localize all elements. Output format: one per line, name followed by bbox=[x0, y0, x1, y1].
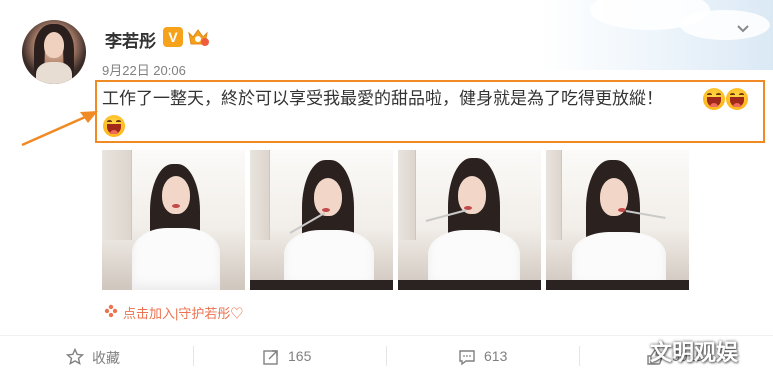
photo-3[interactable] bbox=[398, 150, 541, 290]
star-icon bbox=[66, 348, 84, 366]
photo-shirt bbox=[132, 228, 220, 290]
cloud-decoration bbox=[680, 10, 770, 40]
photo-4[interactable] bbox=[546, 150, 689, 290]
photo-door bbox=[546, 150, 562, 240]
comment-button[interactable]: 613 bbox=[458, 347, 548, 367]
crown-badge-icon[interactable] bbox=[187, 27, 209, 47]
gear-flower-icon bbox=[104, 304, 118, 318]
comment-icon bbox=[459, 350, 475, 366]
photo-face bbox=[458, 176, 486, 214]
emoji-tongue bbox=[710, 103, 718, 107]
laughing-emoji-icon bbox=[726, 88, 748, 110]
avatar[interactable] bbox=[22, 20, 86, 84]
share-icon bbox=[263, 350, 278, 365]
emoji-eye bbox=[116, 120, 121, 123]
username[interactable]: 李若彤 bbox=[105, 27, 156, 52]
emoji-tongue bbox=[733, 103, 741, 107]
action-separator bbox=[193, 346, 194, 366]
annotation-arrow-icon bbox=[21, 111, 98, 147]
post-time[interactable]: 9月22日 20:06 bbox=[102, 60, 186, 79]
favorite-label: 收藏 bbox=[92, 350, 120, 366]
avatar-body bbox=[36, 62, 72, 84]
action-separator bbox=[579, 346, 580, 366]
photo-door bbox=[250, 150, 270, 240]
photo-table bbox=[250, 280, 393, 290]
emoji-eye bbox=[707, 93, 712, 96]
repost-count: 165 bbox=[288, 348, 312, 364]
emoji-eye bbox=[730, 93, 735, 96]
post-text-line1: 工作了一整天，終於可以享受我最愛的甜品啦，健身就是為了吃得更放縱！ bbox=[102, 89, 663, 109]
photo-2[interactable] bbox=[250, 150, 393, 290]
guard-link[interactable]: 点击加入|守护若彤♡ bbox=[123, 303, 243, 322]
photo-face bbox=[162, 176, 190, 214]
emoji-eye bbox=[739, 93, 744, 96]
photo-lips bbox=[172, 204, 180, 208]
photo-1[interactable] bbox=[102, 150, 245, 290]
photo-table bbox=[398, 280, 541, 290]
laughing-emoji-icon bbox=[703, 88, 725, 110]
verified-badge-icon[interactable]: V bbox=[163, 27, 183, 47]
laughing-emoji-icon bbox=[103, 115, 125, 137]
photo-door bbox=[398, 150, 416, 240]
emoji-tongue bbox=[110, 130, 118, 134]
chevron-down-icon[interactable] bbox=[736, 22, 750, 36]
avatar-face bbox=[44, 32, 64, 58]
photo-table bbox=[546, 280, 689, 290]
watermark: 文明观娱 bbox=[650, 341, 739, 366]
emoji-eye bbox=[107, 120, 112, 123]
action-separator bbox=[386, 346, 387, 366]
favorite-button[interactable]: 收藏 bbox=[66, 347, 156, 367]
comment-count: 613 bbox=[484, 348, 508, 364]
photo-door bbox=[102, 150, 132, 240]
repost-button[interactable]: 165 bbox=[262, 347, 352, 367]
post-text: 工作了一整天，終於可以享受我最愛的甜品啦，健身就是為了吃得更放縱！ bbox=[102, 85, 702, 113]
emoji-eye bbox=[716, 93, 721, 96]
